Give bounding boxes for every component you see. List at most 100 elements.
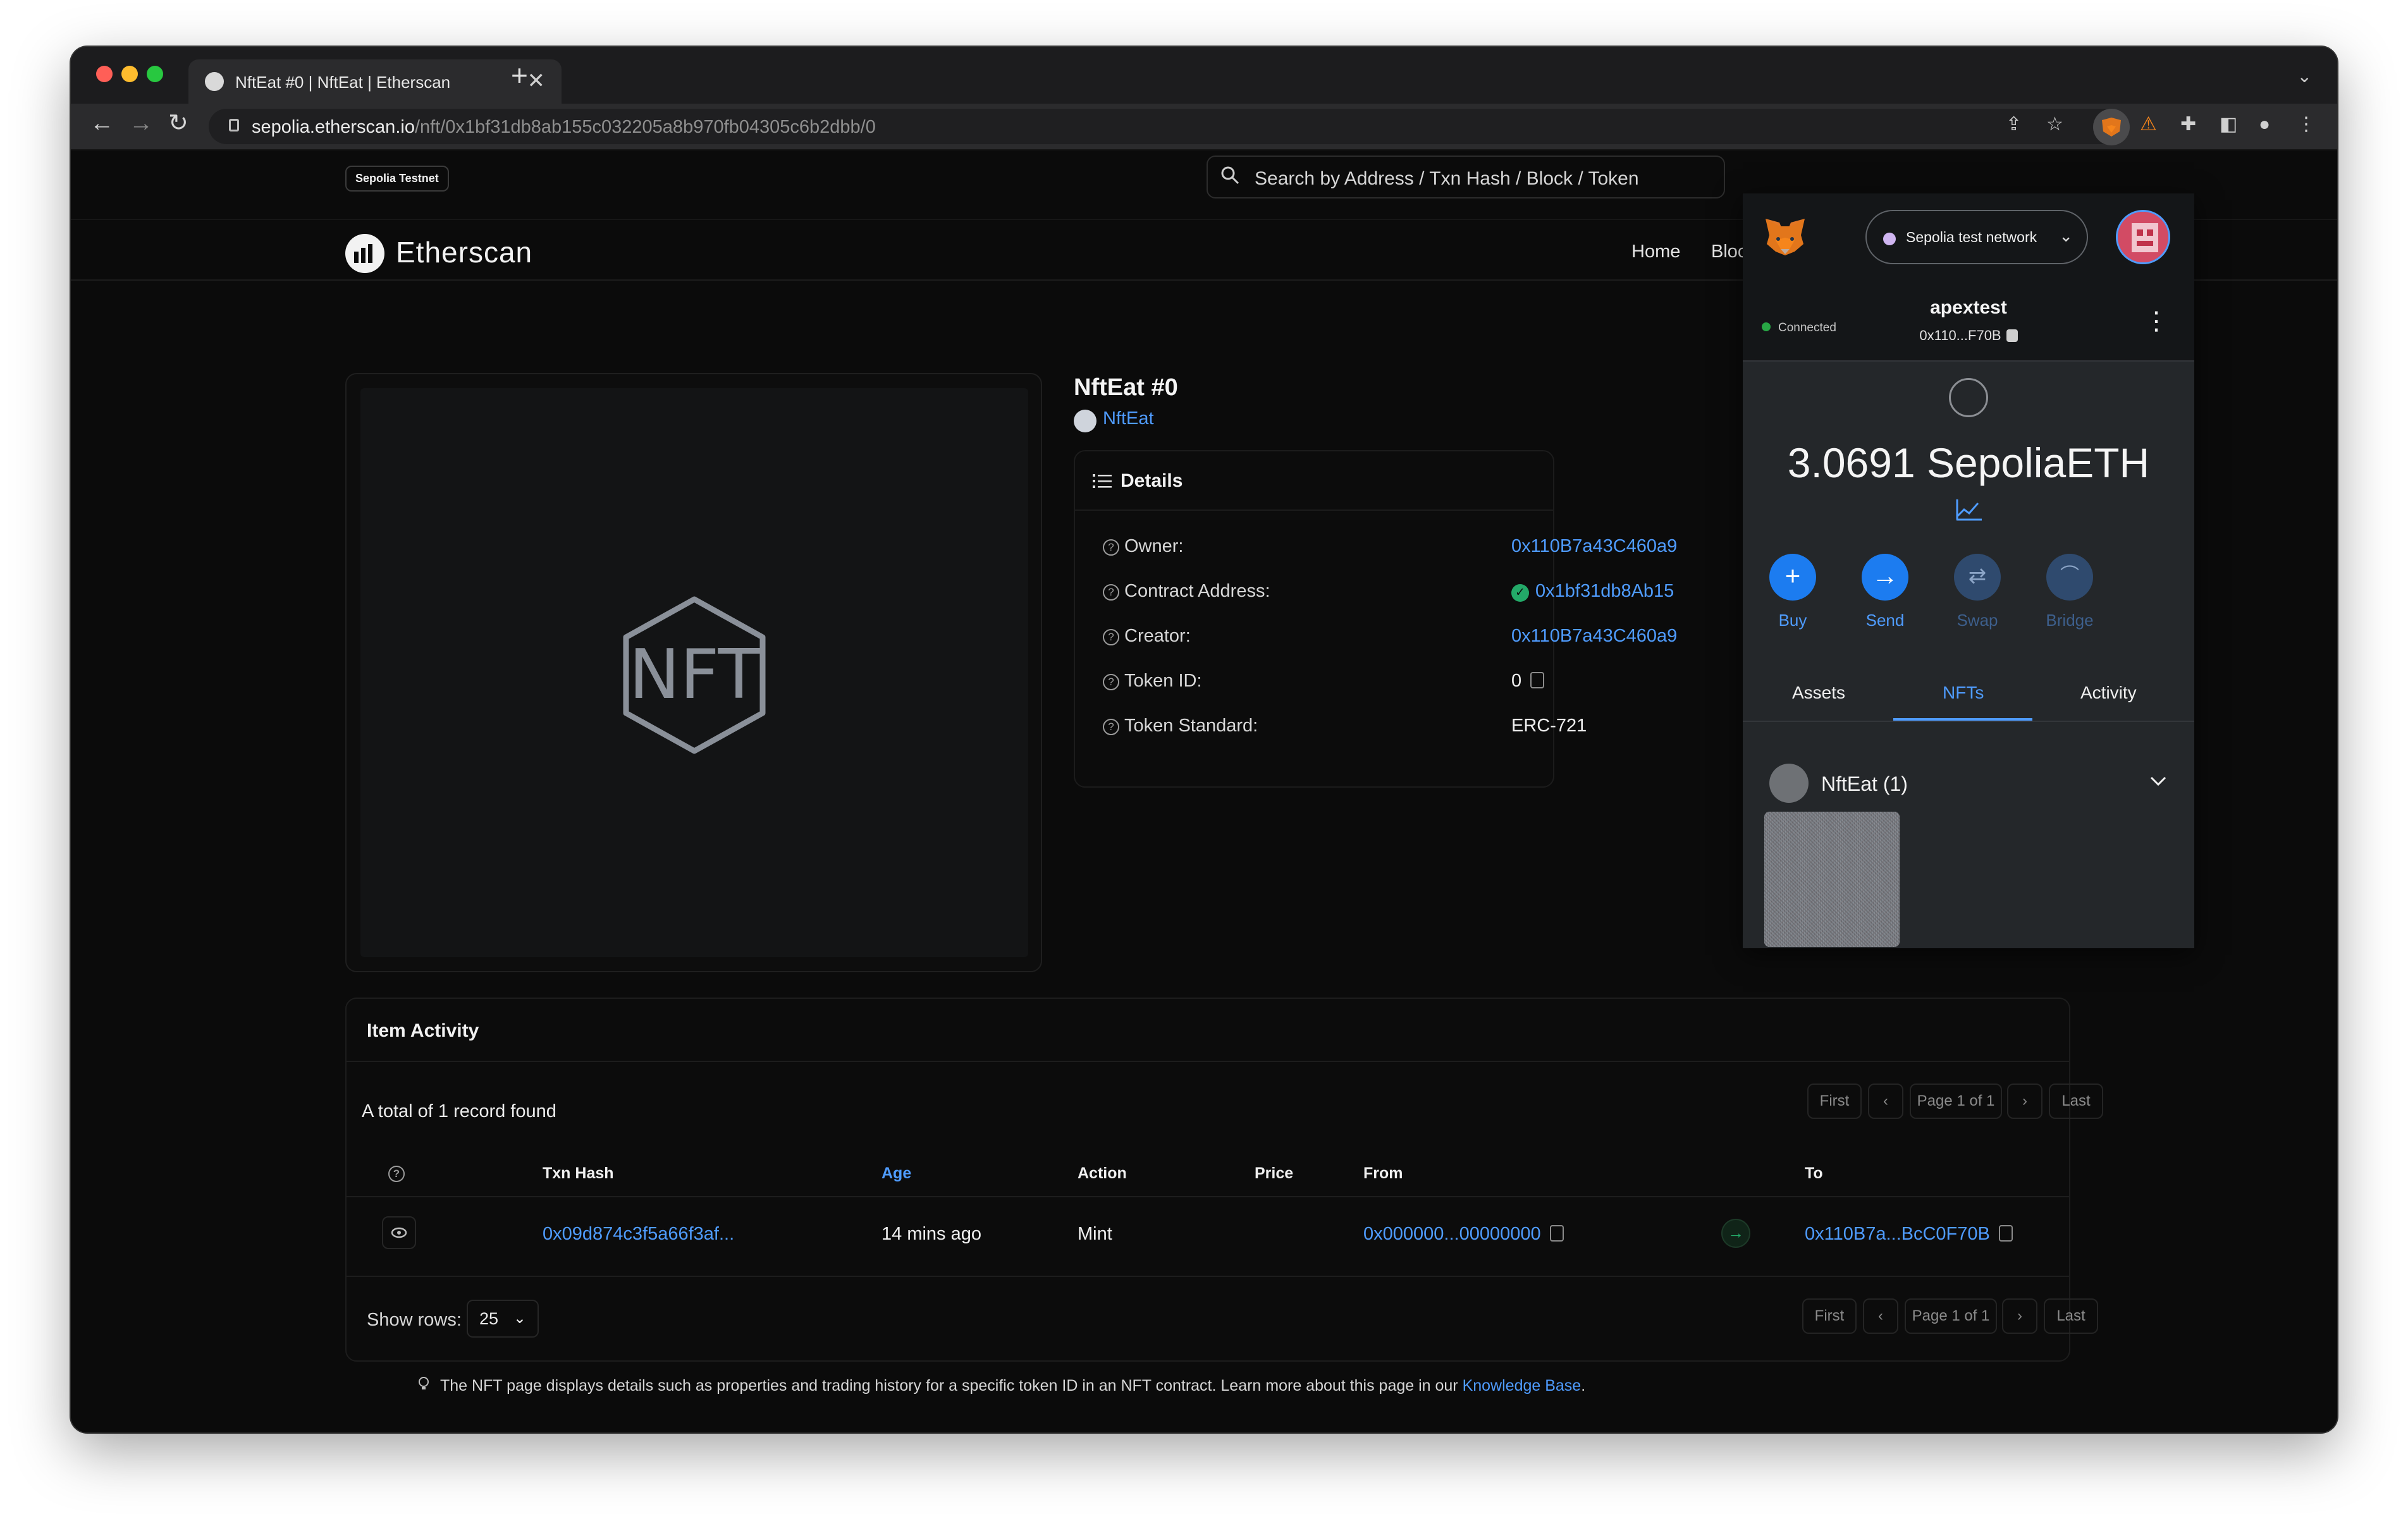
buy-button[interactable]: + Buy bbox=[1758, 554, 1828, 630]
copy-icon[interactable] bbox=[1549, 1225, 1564, 1242]
footnote: The NFT page displays details such as pr… bbox=[440, 1377, 1585, 1395]
send-label: Send bbox=[1865, 611, 1905, 630]
first-page-button[interactable]: First bbox=[1807, 1083, 1862, 1119]
contract-address[interactable]: 0x1bf31db8Ab15 bbox=[1535, 581, 1674, 601]
token-standard-value: ERC-721 bbox=[1511, 716, 1587, 736]
bridge-label: Bridge bbox=[2046, 611, 2094, 630]
account-bar: Connected apextest 0x110...F70B ⋮ bbox=[1743, 283, 2194, 362]
new-tab-button[interactable]: + bbox=[511, 61, 528, 90]
search-icon bbox=[1221, 166, 1239, 185]
last-page-button[interactable]: Last bbox=[2049, 1083, 2103, 1119]
share-icon[interactable]: ⇪ bbox=[2006, 115, 2022, 134]
url-path: /nft/0x1bf31db8ab155c032205a8b970fb04305… bbox=[414, 117, 876, 137]
show-rows-label: Show rows: bbox=[367, 1310, 462, 1330]
table-divider bbox=[347, 1276, 2069, 1277]
collection-link[interactable]: NftEat bbox=[1103, 408, 1154, 429]
forward-arrow-icon[interactable]: → bbox=[129, 111, 153, 135]
verified-check-icon: ✓ bbox=[1511, 584, 1529, 602]
knowledge-base-link[interactable]: Knowledge Base bbox=[1463, 1377, 1582, 1395]
bookmark-star-icon[interactable]: ☆ bbox=[2046, 115, 2063, 134]
chevron-down-icon: ⌄ bbox=[513, 1310, 526, 1327]
extensions-puzzle-icon[interactable]: ✚ bbox=[2180, 115, 2196, 134]
send-button[interactable]: → Send bbox=[1850, 554, 1920, 630]
address-bar[interactable]: sepolia.etherscan.io/nft/0x1bf31db8ab155… bbox=[209, 109, 2125, 144]
next-page-button[interactable]: › bbox=[2007, 1083, 2042, 1119]
swap-arrows-icon: ⇄ bbox=[1954, 554, 2001, 601]
nft-image-card: NFT bbox=[345, 373, 1042, 972]
close-window-button[interactable] bbox=[96, 66, 113, 82]
contract-value[interactable]: ✓ 0x1bf31db8Ab15 bbox=[1511, 581, 1674, 602]
age-header[interactable]: Age bbox=[882, 1164, 911, 1183]
details-title: Details bbox=[1121, 470, 1183, 491]
account-address[interactable]: 0x110...F70B bbox=[1743, 327, 2194, 344]
from-address-cell[interactable]: 0x000000...00000000 bbox=[1363, 1224, 1564, 1245]
collection-name: NftEat (1) bbox=[1821, 772, 1908, 795]
activity-title: Item Activity bbox=[367, 1020, 479, 1041]
network-dot-icon bbox=[1883, 233, 1896, 245]
age-cell: 14 mins ago bbox=[882, 1224, 981, 1244]
rows-per-page-value: 25 bbox=[479, 1309, 499, 1328]
nav-blockchain[interactable]: Bloc bbox=[1711, 241, 1747, 262]
copy-icon[interactable] bbox=[1998, 1225, 2013, 1242]
account-options-icon[interactable]: ⋮ bbox=[2144, 308, 2169, 334]
prev-page-button[interactable]: ‹ bbox=[1863, 1298, 1898, 1334]
zoom-window-button[interactable] bbox=[147, 66, 163, 82]
nav-home[interactable]: Home bbox=[1631, 241, 1680, 262]
back-arrow-icon[interactable]: ← bbox=[90, 111, 114, 135]
browser-tab[interactable]: NftEat #0 | NftEat | Etherscan ✕ bbox=[188, 59, 562, 104]
tab-activity[interactable]: Activity bbox=[2080, 683, 2137, 703]
portfolio-chart-icon[interactable] bbox=[1955, 498, 1983, 522]
creator-value[interactable]: 0x110B7a43C460a9 bbox=[1511, 626, 1677, 647]
nft-thumbnail[interactable] bbox=[1764, 812, 1900, 947]
activity-header: Item Activity bbox=[347, 999, 2069, 1062]
etherscan-logo-text[interactable]: Etherscan bbox=[396, 235, 532, 269]
price-header: Price bbox=[1255, 1164, 1294, 1182]
prev-page-button[interactable]: ‹ bbox=[1868, 1083, 1903, 1119]
first-page-button[interactable]: First bbox=[1802, 1298, 1857, 1334]
last-page-button[interactable]: Last bbox=[2044, 1298, 2098, 1334]
profile-icon[interactable]: ● bbox=[2259, 115, 2270, 134]
txn-hash-link[interactable]: 0x09d874c3f5a66f3af... bbox=[543, 1224, 734, 1245]
bridge-icon: ⌒ bbox=[2046, 554, 2093, 601]
to-address[interactable]: 0x110B7a...BcC0F70B bbox=[1805, 1224, 1990, 1244]
browser-menu-icon[interactable]: ⋮ bbox=[2297, 115, 2316, 134]
creator-label-text: Creator: bbox=[1124, 626, 1191, 646]
tab-close-icon[interactable]: ✕ bbox=[527, 68, 546, 94]
account-avatar[interactable] bbox=[2116, 210, 2170, 264]
browser-window: NftEat #0 | NftEat | Etherscan ✕ + ⌄ ← →… bbox=[71, 47, 2337, 1432]
next-page-button[interactable]: › bbox=[2002, 1298, 2037, 1334]
rows-per-page-select[interactable]: 25 ⌄ bbox=[467, 1300, 539, 1338]
search-input[interactable]: Search by Address / Txn Hash / Block / T… bbox=[1207, 156, 1725, 198]
metamask-extension-button[interactable] bbox=[2093, 109, 2130, 145]
brave-rewards-icon[interactable]: ⚠ bbox=[2140, 115, 2157, 134]
side-panel-icon[interactable]: ◧ bbox=[2220, 115, 2237, 134]
tab-title: NftEat #0 | NftEat | Etherscan bbox=[235, 73, 451, 92]
swap-button[interactable]: ⇄ Swap bbox=[1943, 554, 2012, 630]
bridge-button[interactable]: ⌒ Bridge bbox=[2035, 554, 2104, 630]
copy-icon[interactable] bbox=[2006, 329, 2018, 342]
nft-image[interactable]: NFT bbox=[360, 388, 1028, 957]
etherscan-logo-icon[interactable] bbox=[344, 233, 386, 274]
table-divider bbox=[347, 1196, 2069, 1197]
tab-assets[interactable]: Assets bbox=[1792, 683, 1845, 703]
metamask-fox-icon bbox=[2102, 118, 2121, 137]
collection-icon bbox=[1074, 410, 1096, 432]
to-address-cell[interactable]: 0x110B7a...BcC0F70B bbox=[1805, 1224, 2013, 1245]
wallet-tabs: Assets NFTs Activity bbox=[1743, 661, 2194, 722]
minimize-window-button[interactable] bbox=[121, 66, 138, 82]
copy-icon[interactable] bbox=[1530, 672, 1545, 688]
reload-icon[interactable]: ↻ bbox=[168, 111, 188, 135]
token-id: 0 bbox=[1511, 671, 1522, 691]
tab-nfts[interactable]: NFTs bbox=[1943, 683, 1984, 703]
item-activity-card: Item Activity A total of 1 record found … bbox=[345, 998, 2103, 1362]
account-address-text: 0x110...F70B bbox=[1919, 327, 2001, 343]
view-transaction-button[interactable] bbox=[382, 1216, 416, 1249]
network-name: Sepolia test network bbox=[1906, 229, 2037, 245]
token-id-label-text: Token ID: bbox=[1124, 671, 1202, 691]
owner-value[interactable]: 0x110B7a43C460a9 bbox=[1511, 536, 1677, 557]
account-name[interactable]: apextest bbox=[1743, 297, 2194, 319]
nft-collection-row[interactable]: NftEat (1) bbox=[1743, 757, 2194, 808]
tab-search-chevron-icon[interactable]: ⌄ bbox=[2297, 66, 2312, 87]
network-selector[interactable]: Sepolia test network ⌄ bbox=[1865, 210, 2088, 264]
from-address[interactable]: 0x000000...00000000 bbox=[1363, 1224, 1541, 1244]
